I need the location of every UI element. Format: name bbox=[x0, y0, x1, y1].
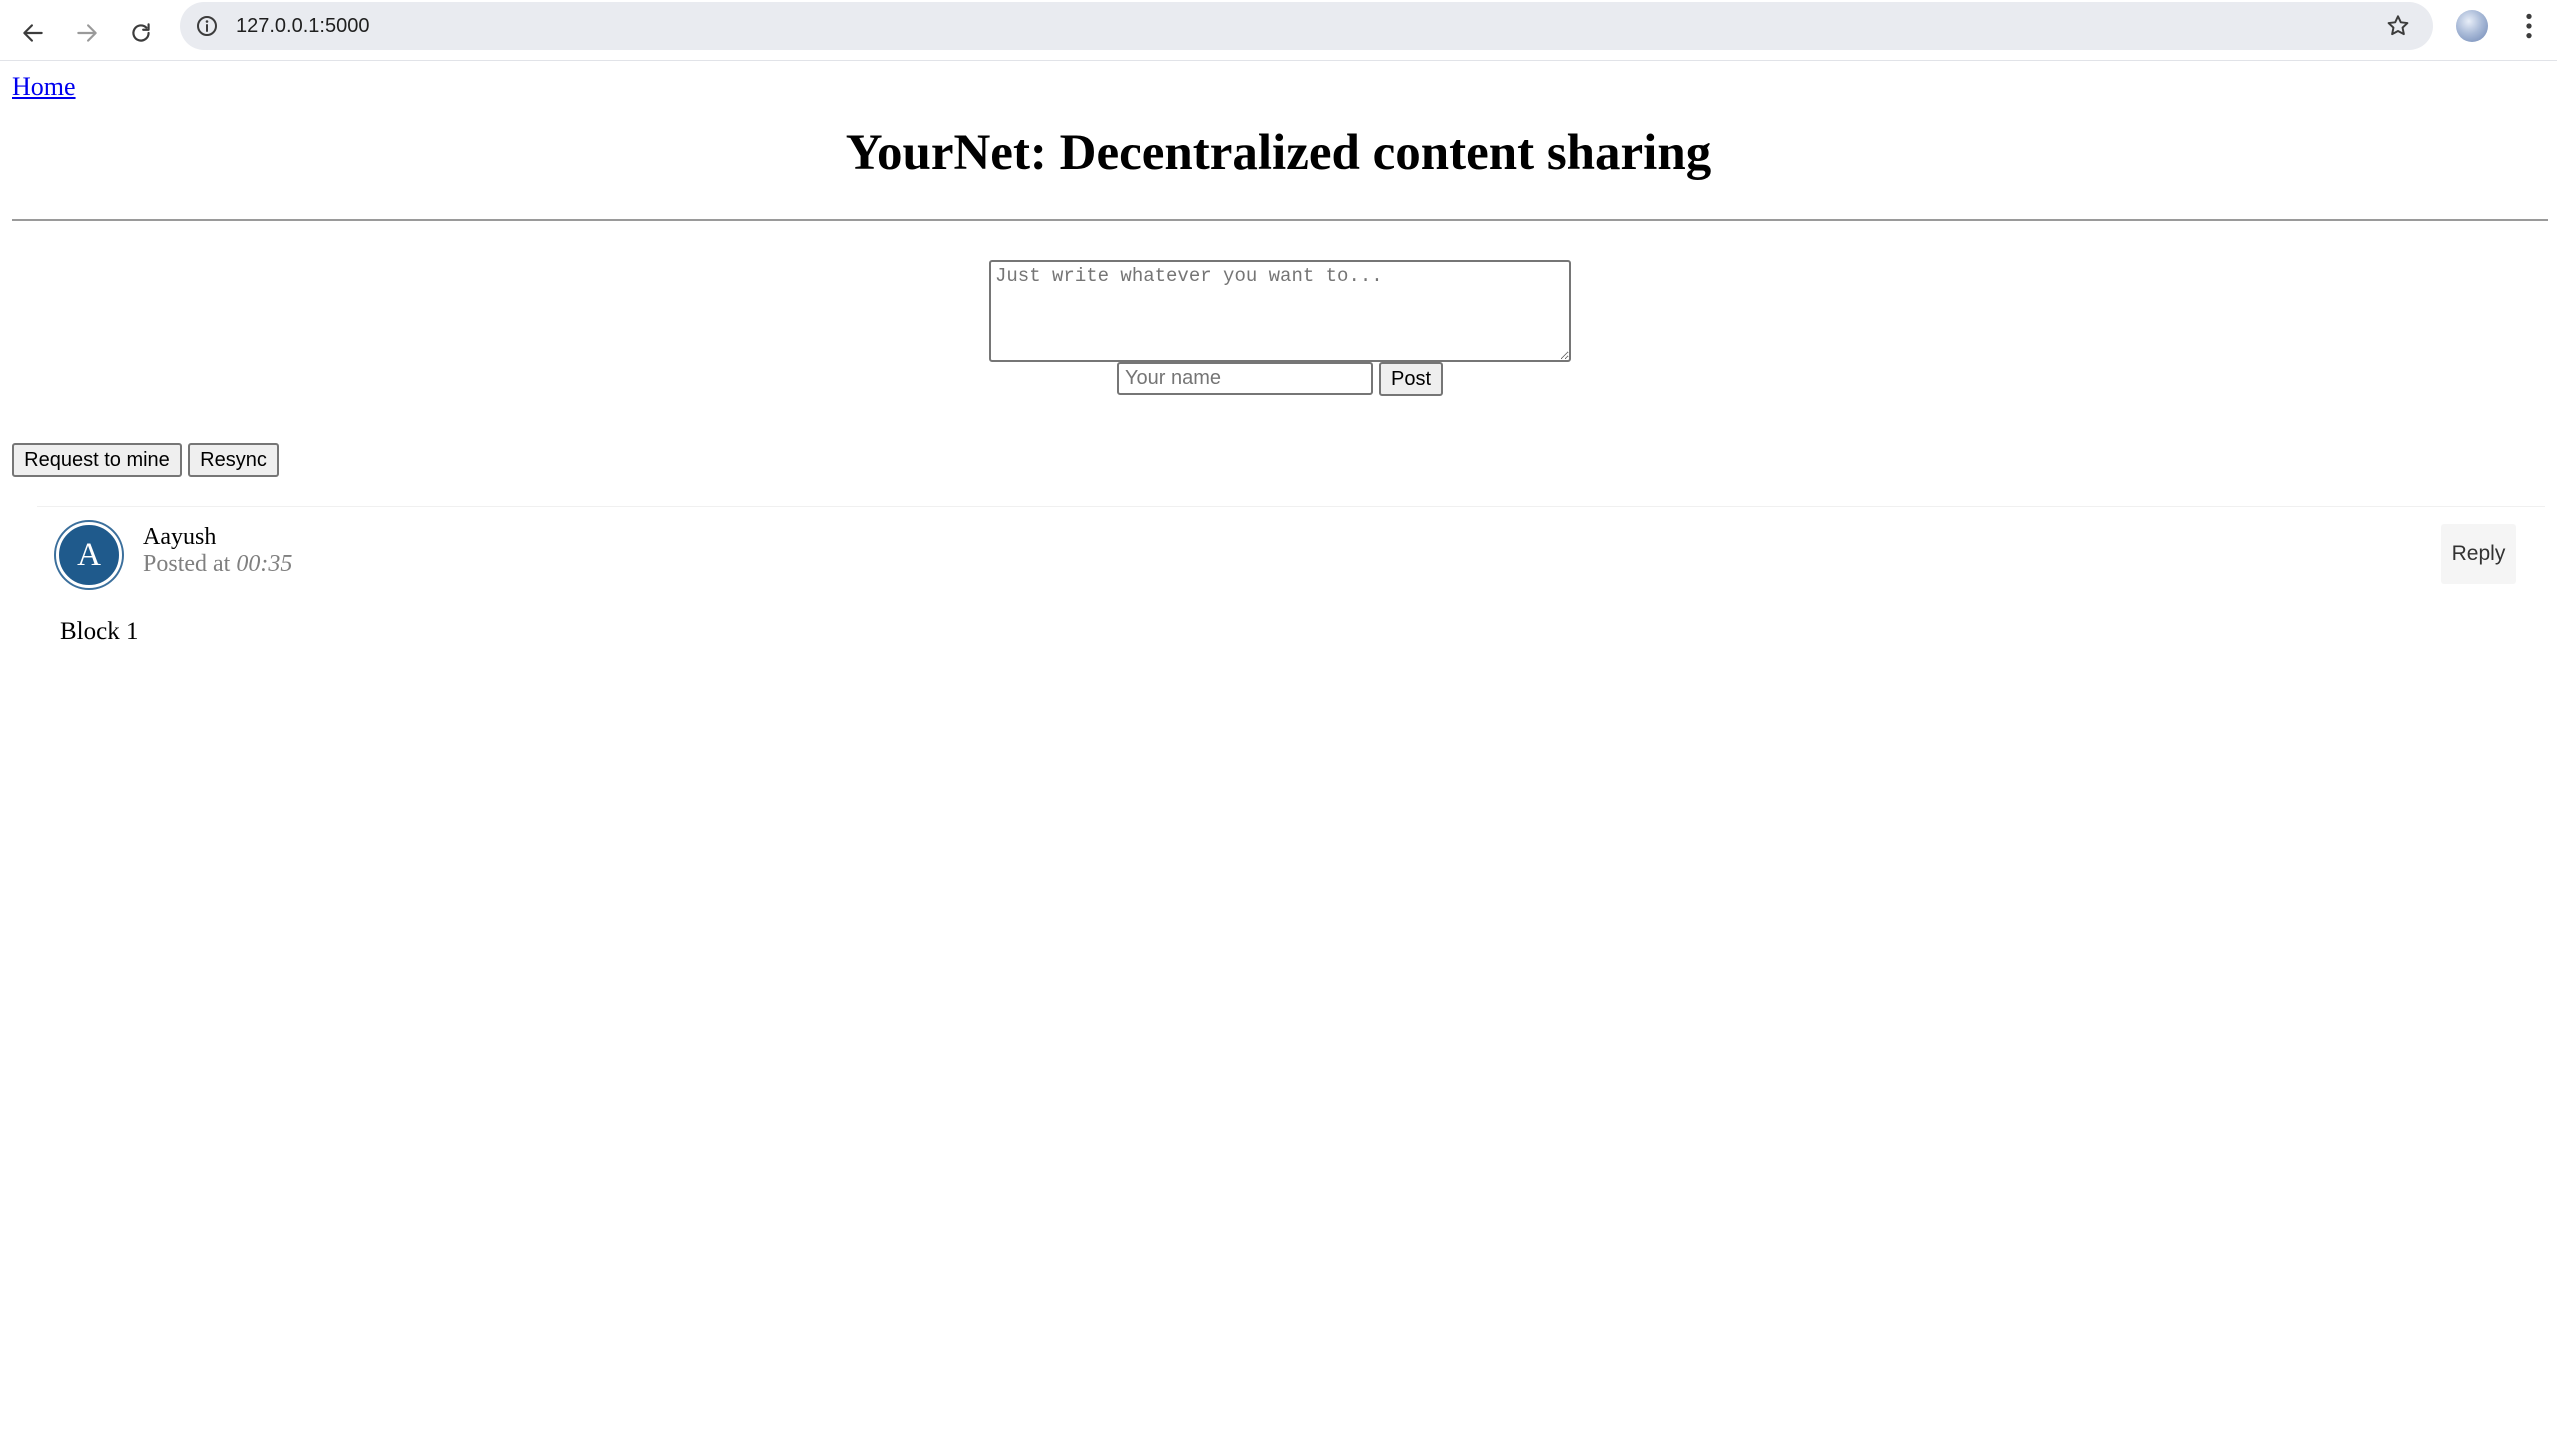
post-textarea[interactable] bbox=[989, 260, 1571, 362]
avatar: A bbox=[56, 522, 122, 588]
forward-button[interactable] bbox=[62, 8, 112, 58]
post-author: Aayush bbox=[143, 524, 217, 550]
info-icon[interactable] bbox=[195, 14, 219, 38]
post-card-divider bbox=[37, 506, 2545, 507]
header-divider bbox=[12, 219, 2548, 221]
more-menu-icon[interactable] bbox=[2514, 8, 2544, 44]
bookmark-star-icon[interactable] bbox=[2385, 13, 2411, 39]
profile-avatar[interactable] bbox=[2456, 10, 2488, 42]
reply-button[interactable]: Reply bbox=[2441, 524, 2516, 584]
address-bar[interactable]: 127.0.0.1:5000 bbox=[180, 2, 2433, 50]
post-timestamp: Posted at 00:35 bbox=[143, 551, 292, 578]
post-button[interactable]: Post bbox=[1379, 362, 1443, 396]
arrow-left-icon bbox=[23, 24, 43, 42]
post-time: 00:35 bbox=[236, 551, 293, 577]
home-link[interactable]: Home bbox=[12, 72, 76, 102]
page-title: YourNet: Decentralized content sharing bbox=[845, 125, 1712, 181]
back-button[interactable] bbox=[8, 8, 58, 58]
browser-toolbar: 127.0.0.1:5000 bbox=[0, 0, 2557, 61]
post-body: Block 1 bbox=[60, 618, 139, 645]
reload-button[interactable] bbox=[116, 8, 166, 58]
posted-at-label: Posted at bbox=[143, 551, 231, 577]
reload-icon bbox=[132, 23, 150, 42]
url-text[interactable]: 127.0.0.1:5000 bbox=[236, 12, 369, 40]
arrow-right-icon bbox=[77, 24, 97, 42]
name-input[interactable] bbox=[1117, 362, 1373, 395]
page-content: Home YourNet: Decentralized content shar… bbox=[0, 62, 2557, 1453]
request-to-mine-button[interactable]: Request to mine bbox=[12, 443, 182, 477]
resync-button[interactable]: Resync bbox=[188, 443, 279, 477]
